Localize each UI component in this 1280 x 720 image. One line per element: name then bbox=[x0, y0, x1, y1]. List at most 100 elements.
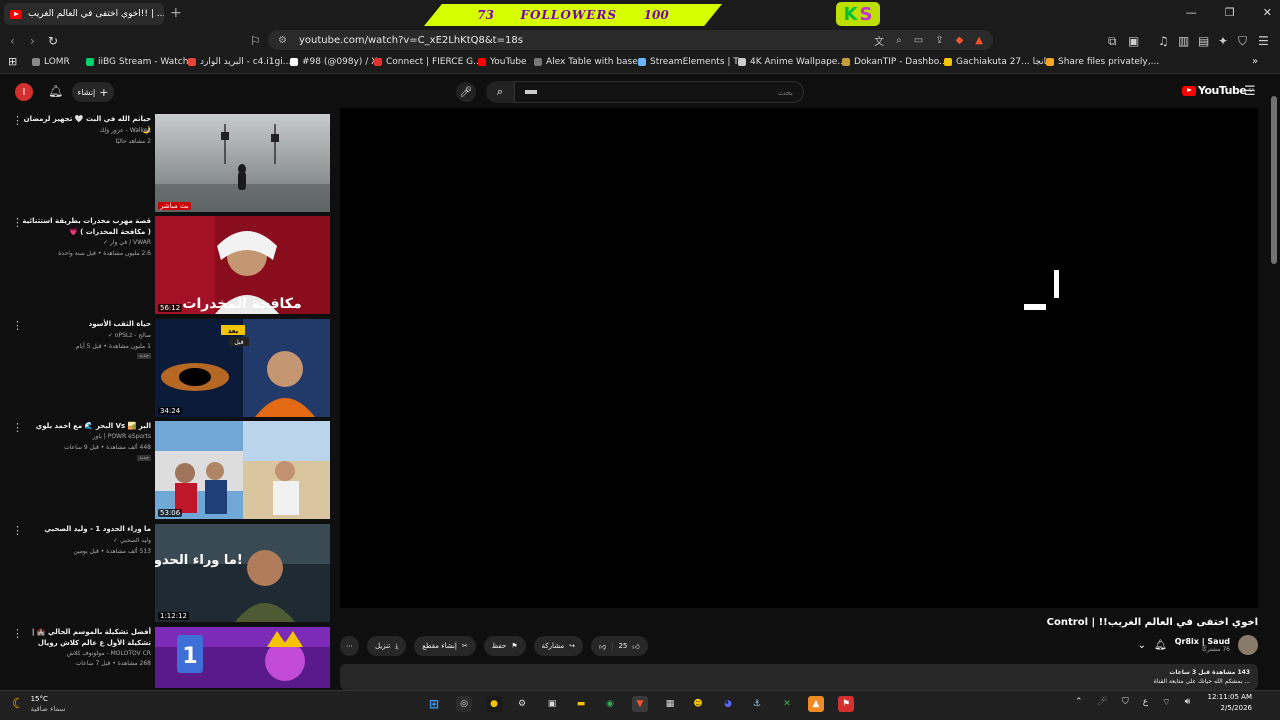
discord-icon[interactable]: ◕ bbox=[720, 696, 736, 712]
site-info-icon[interactable]: ⚙ bbox=[278, 35, 287, 46]
zoom-icon[interactable]: ⌕ bbox=[896, 35, 902, 46]
suggestion-thumbnail[interactable]: مكافحة المخدرات bbox=[155, 216, 330, 314]
brave-rewards-icon[interactable]: ▲ bbox=[975, 35, 983, 46]
close-window-icon[interactable]: ✕ bbox=[1263, 6, 1272, 19]
cast-icon[interactable]: ▭ bbox=[914, 35, 923, 46]
vpn-icon[interactable]: ⛉ bbox=[1238, 34, 1247, 49]
more-bookmarks-icon[interactable]: » bbox=[1252, 56, 1258, 67]
suggestion-channel[interactable]: VWAR / في وار ✓ bbox=[21, 239, 151, 246]
brave-vpn-tray-icon[interactable]: ⛉ bbox=[1122, 697, 1129, 708]
reload-icon[interactable]: ↻ bbox=[48, 34, 58, 48]
forward-icon[interactable]: › bbox=[30, 34, 35, 48]
suggestion-thumbnail[interactable]: بعد قبل bbox=[155, 319, 330, 417]
page-scrollbar[interactable] bbox=[1271, 96, 1277, 264]
save-button[interactable]: حفظ ⚑ bbox=[483, 636, 526, 656]
chrome-color-icon[interactable]: ● bbox=[486, 696, 502, 712]
suggestion-thumbnail[interactable] bbox=[155, 114, 330, 212]
bookmark-4[interactable]: Connect | FIERCE G... bbox=[374, 57, 482, 67]
bookmark-0[interactable]: LOMR bbox=[32, 57, 70, 67]
suggestion-thumbnail[interactable]: ما وراء الحدود! bbox=[155, 524, 330, 622]
mic-tray-icon[interactable]: 🎤︎ bbox=[1097, 697, 1108, 708]
brave-browser-icon[interactable]: ▼ bbox=[632, 696, 648, 712]
voice-search-icon[interactable]: 🎤︎ bbox=[456, 82, 476, 102]
copilot-icon[interactable]: ◎ bbox=[456, 696, 472, 712]
share-button[interactable]: مشاركة ↪ bbox=[533, 636, 583, 656]
file-explorer-icon[interactable]: ▬ bbox=[573, 696, 589, 712]
bookmark-page-icon[interactable]: ⚐ bbox=[250, 34, 261, 48]
download-button[interactable]: تنزيل ⤓ bbox=[367, 636, 407, 656]
bookmark-3[interactable]: #98 (@098y) / X bbox=[290, 57, 377, 67]
suggestion-channel[interactable]: Walkex - عزوز وَلِك bbox=[21, 127, 151, 134]
start-windows-icon[interactable]: ⊞ bbox=[426, 696, 442, 712]
xbox-icon[interactable]: ✕ bbox=[779, 696, 795, 712]
app-red-icon[interactable]: ⚑ bbox=[838, 696, 854, 712]
app-orange-icon[interactable]: ▲ bbox=[808, 696, 824, 712]
dislike-icon[interactable]: 👎︎ bbox=[599, 642, 606, 651]
suggestion-title[interactable]: أفضل تشكيلة بالموسم الحالي 🏰 | تشكيلة ال… bbox=[21, 627, 151, 649]
search-input[interactable]: بحث bbox=[514, 81, 804, 103]
suggestion-item[interactable]: ⋮ حياتم الله في البث 🤍 تجهيز لرمضان 🌙 Wa… bbox=[0, 114, 332, 212]
wallet-icon[interactable]: ▣ bbox=[1128, 34, 1139, 48]
guide-menu-icon[interactable]: ☰ bbox=[1244, 84, 1256, 99]
steam-icon[interactable]: ⚓ bbox=[749, 696, 765, 712]
brave-shield-icon[interactable]: ◆ bbox=[956, 35, 964, 46]
language-indicator[interactable]: ع bbox=[1143, 697, 1148, 708]
suggestion-channel[interactable]: وليد الصحبي ✓ bbox=[21, 537, 151, 544]
suggestion-thumbnail[interactable]: 1 bbox=[155, 627, 330, 688]
like-icon[interactable]: 👍︎ bbox=[632, 642, 639, 651]
address-bar[interactable]: ⚙ youtube.com/watch?v=C_xE2LhKtQ8&t=18s … bbox=[268, 30, 993, 50]
volume-icon[interactable]: 🔊︎ bbox=[1185, 697, 1191, 708]
bookmark-9[interactable]: DokanTIP - Dashbo... bbox=[842, 57, 948, 67]
menu-icon[interactable]: ☰ bbox=[1258, 34, 1269, 48]
bookmark-6[interactable]: Alex Table with base... bbox=[534, 57, 646, 67]
suggestion-thumbnail[interactable] bbox=[155, 421, 330, 519]
bookmark-5[interactable]: YouTube bbox=[478, 57, 527, 67]
account-avatar[interactable]: I bbox=[15, 83, 33, 101]
bookmark-10[interactable]: Gachiakuta 27... مانجا bbox=[944, 57, 1051, 67]
bookmark-2[interactable]: البريد الوارد - c4.i1gi... bbox=[188, 57, 291, 67]
system-clock[interactable]: 12:11:05 AM 2/5/2026 bbox=[1200, 692, 1253, 714]
more-actions-icon[interactable]: ⋯ bbox=[340, 636, 359, 656]
suggestion-title[interactable]: ما وراء الحدود 1 - وليد الصحبي bbox=[21, 524, 151, 535]
chrome-icon[interactable]: ◉ bbox=[602, 696, 618, 712]
expand-chevron-down-icon[interactable]: ⌄ bbox=[1138, 640, 1146, 651]
weather-widget[interactable]: ☾ 15°C سماء صافية bbox=[12, 694, 65, 714]
channel-name[interactable]: Qr8ix | Saud bbox=[1175, 637, 1230, 646]
sidebar-icon[interactable]: ▥ bbox=[1178, 34, 1189, 48]
share-icon[interactable]: ⇪ bbox=[935, 35, 943, 46]
video-player[interactable] bbox=[340, 108, 1258, 608]
task-view-icon[interactable]: ▣ bbox=[544, 696, 560, 712]
bookmark-8[interactable]: 4K Anime Wallpape... bbox=[738, 57, 846, 67]
media-icon[interactable]: ♫ bbox=[1158, 34, 1169, 48]
suggestion-item[interactable]: ⋮ أفضل تشكيلة بالموسم الحالي 🏰 | تشكيلة … bbox=[0, 627, 332, 688]
suggestion-title[interactable]: البر 🏜️ Vs البحر 🌊 مع احمد بلوي bbox=[21, 421, 151, 432]
suggestion-channel[interactable]: صالح - oPSLz ✓ bbox=[21, 332, 151, 339]
network-icon[interactable]: ⌔ bbox=[1162, 697, 1170, 708]
suggestion-channel[interactable]: MOLOTOV CR - مولوتوف كلاش bbox=[21, 650, 151, 657]
apps-icon[interactable]: ⊞ bbox=[8, 55, 17, 68]
create-button[interactable]: إنشاء + bbox=[72, 82, 114, 102]
bookmark-11[interactable]: Share files privately,... bbox=[1046, 57, 1159, 67]
clip-button[interactable]: إنشاء مقطع ✂ bbox=[414, 636, 476, 656]
extensions-icon[interactable]: ⧉ bbox=[1108, 34, 1117, 49]
restore-icon[interactable]: ❐ bbox=[1225, 6, 1235, 19]
description-box[interactable]: 143 مشاهدة قبل 3 ساعات ... بمشكم الله حي… bbox=[340, 664, 1258, 690]
suggestion-item[interactable]: ⋮ قصة مهرب مخدرات بطريقة استثنائية ( مكا… bbox=[0, 216, 332, 314]
minimize-icon[interactable]: — bbox=[1186, 6, 1197, 19]
store-icon[interactable]: ▦ bbox=[662, 696, 678, 712]
suggestion-channel[interactable]: POWR eSports | باور bbox=[21, 433, 151, 440]
app-smile-icon[interactable]: ☻ bbox=[690, 696, 706, 712]
notifications-bell-icon[interactable]: 🔔︎ bbox=[48, 84, 63, 98]
bookmark-1[interactable]: iiBG Stream - Watch... bbox=[86, 57, 197, 67]
subscribed-bell-icon[interactable]: 🔔︎ bbox=[1154, 640, 1167, 651]
new-tab-icon[interactable]: + bbox=[170, 5, 182, 21]
tray-overflow-chevron-icon[interactable]: ⌃ bbox=[1075, 697, 1083, 708]
suggestion-title[interactable]: قصة مهرب مخدرات بطريقة استثنائية ( مكافح… bbox=[21, 216, 151, 238]
leo-ai-icon[interactable]: ✦ bbox=[1218, 34, 1228, 48]
search-icon[interactable]: ⌕ bbox=[486, 81, 514, 103]
back-icon[interactable]: ‹ bbox=[10, 34, 15, 48]
suggestion-title[interactable]: حياة الثقب الأسود bbox=[21, 319, 151, 330]
suggestion-item[interactable]: ⋮ البر 🏜️ Vs البحر 🌊 مع احمد بلوي POWR e… bbox=[0, 421, 332, 519]
settings-gear-icon[interactable]: ⚙ bbox=[514, 696, 530, 712]
suggestion-item[interactable]: ⋮ حياة الثقب الأسود صالح - oPSLz ✓ 1 ملي… bbox=[0, 319, 332, 417]
